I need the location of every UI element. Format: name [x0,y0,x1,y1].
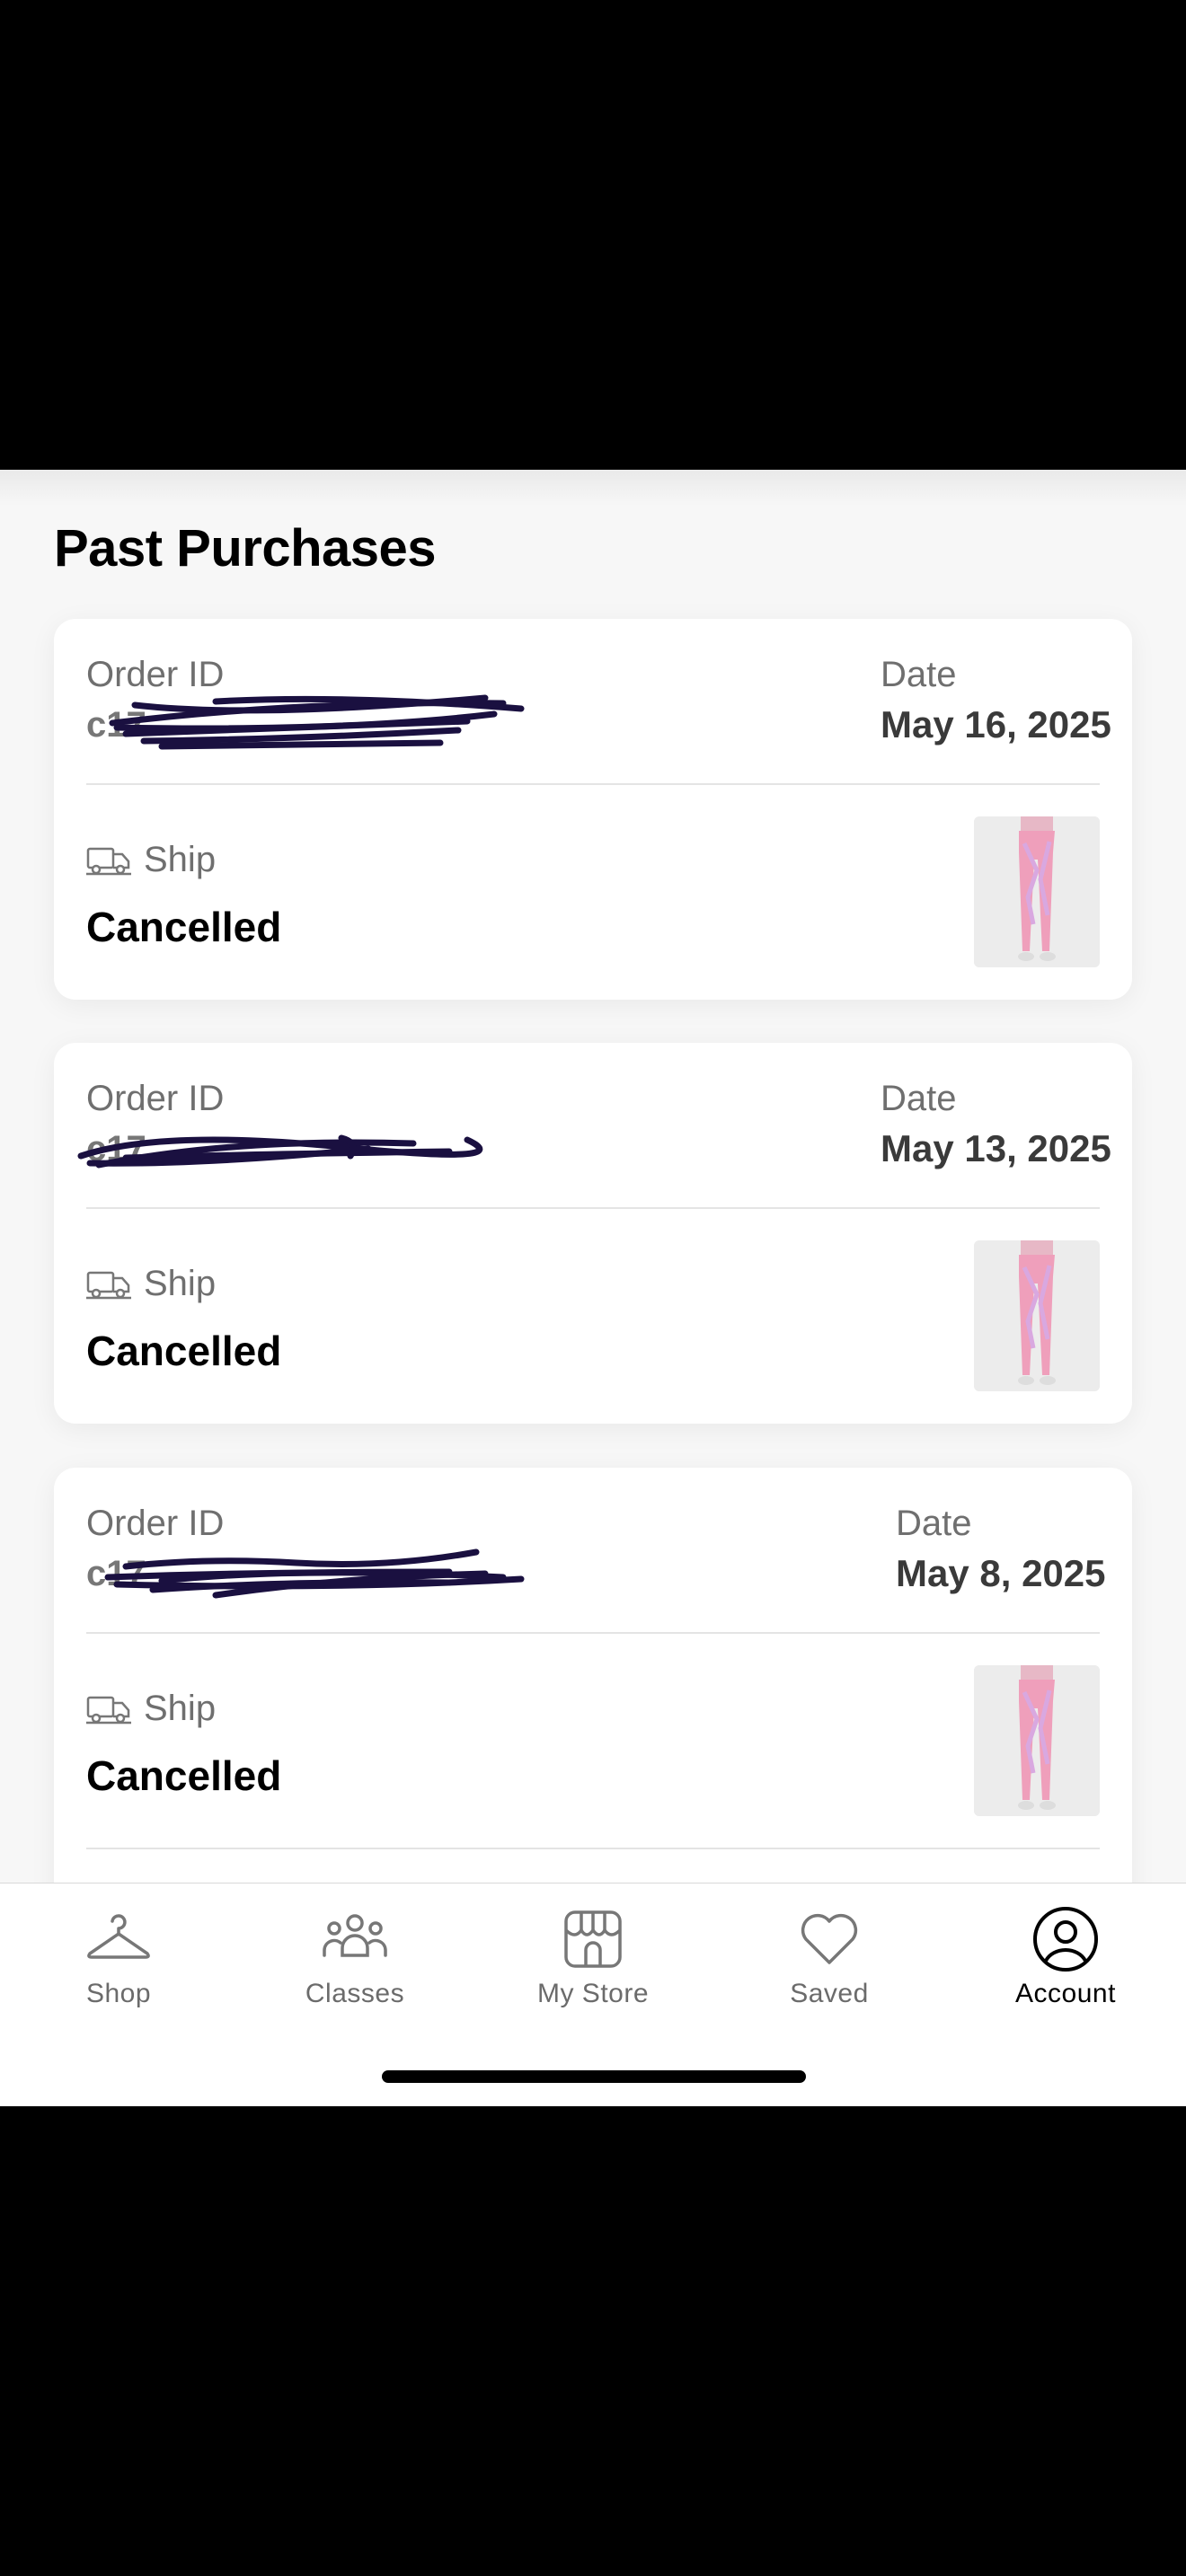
store-icon [564,1910,622,1968]
heart-icon [801,1913,858,1964]
truck-icon [86,1271,131,1299]
date-label: Date [881,655,957,694]
tab-label: Shop [85,1979,152,2008]
tab-account[interactable]: Account [976,1883,1155,2027]
order-date: May 8, 2025 [896,1552,1106,1594]
page-title: Past Purchases [54,519,437,578]
truck-icon [86,1696,131,1724]
order-card[interactable]: Order ID Date c17 May 16, 2025 Ship Canc… [54,619,1132,1000]
letterbox-bottom [0,2106,1186,2576]
card-divider [86,783,1100,785]
tab-label: My Store [536,1979,650,2008]
order-status: Cancelled [86,904,282,950]
product-thumbnail[interactable] [974,1240,1100,1391]
product-thumbnail[interactable] [974,1665,1100,1816]
order-date: May 16, 2025 [881,703,1111,745]
card-divider [86,1632,1100,1634]
order-date: May 13, 2025 [881,1127,1111,1169]
header-shadow [0,470,1186,506]
fulfillment-label: Ship [144,840,217,879]
letterbox-top [0,0,1186,470]
product-thumbnail[interactable] [974,816,1100,967]
fulfillment-label: Ship [144,1689,217,1728]
truck-icon [86,847,131,875]
order-card[interactable]: Order ID Date c17 May 13, 2025 Ship Canc… [54,1043,1132,1424]
tab-classes[interactable]: Classes [265,1883,445,2027]
account-icon [1033,1907,1098,1972]
date-label: Date [896,1504,972,1543]
people-icon [323,1914,387,1957]
home-indicator [382,2070,806,2083]
tab-my-store[interactable]: My Store [503,1883,683,2027]
redaction-scribble [77,1134,483,1169]
leggings-image [974,816,1100,967]
leggings-image [974,1240,1100,1391]
tab-label: Classes [305,1979,405,2008]
order-card[interactable]: Order ID Date c17 May 8, 2025 Ship Cance… [54,1468,1132,1935]
card-divider [86,1848,1100,1849]
redaction-scribble [109,694,525,750]
tab-shop[interactable]: Shop [29,1883,208,2027]
tab-label: Account [1015,1979,1116,2008]
fulfillment-method: Ship [86,1264,216,1304]
date-label: Date [881,1079,957,1118]
leggings-image [974,1665,1100,1816]
card-divider [86,1207,1100,1209]
tab-saved[interactable]: Saved [739,1883,919,2027]
fulfillment-method: Ship [86,840,216,880]
hanger-icon [87,1914,150,1959]
fulfillment-method: Ship [86,1689,216,1729]
redaction-scribble [104,1548,525,1599]
order-status: Cancelled [86,1752,282,1799]
order-status: Cancelled [86,1328,282,1374]
fulfillment-label: Ship [144,1264,217,1303]
tab-label: Saved [790,1979,869,2008]
past-purchases-screen: Past Purchases Order ID Date c17 May 16,… [0,470,1186,2106]
